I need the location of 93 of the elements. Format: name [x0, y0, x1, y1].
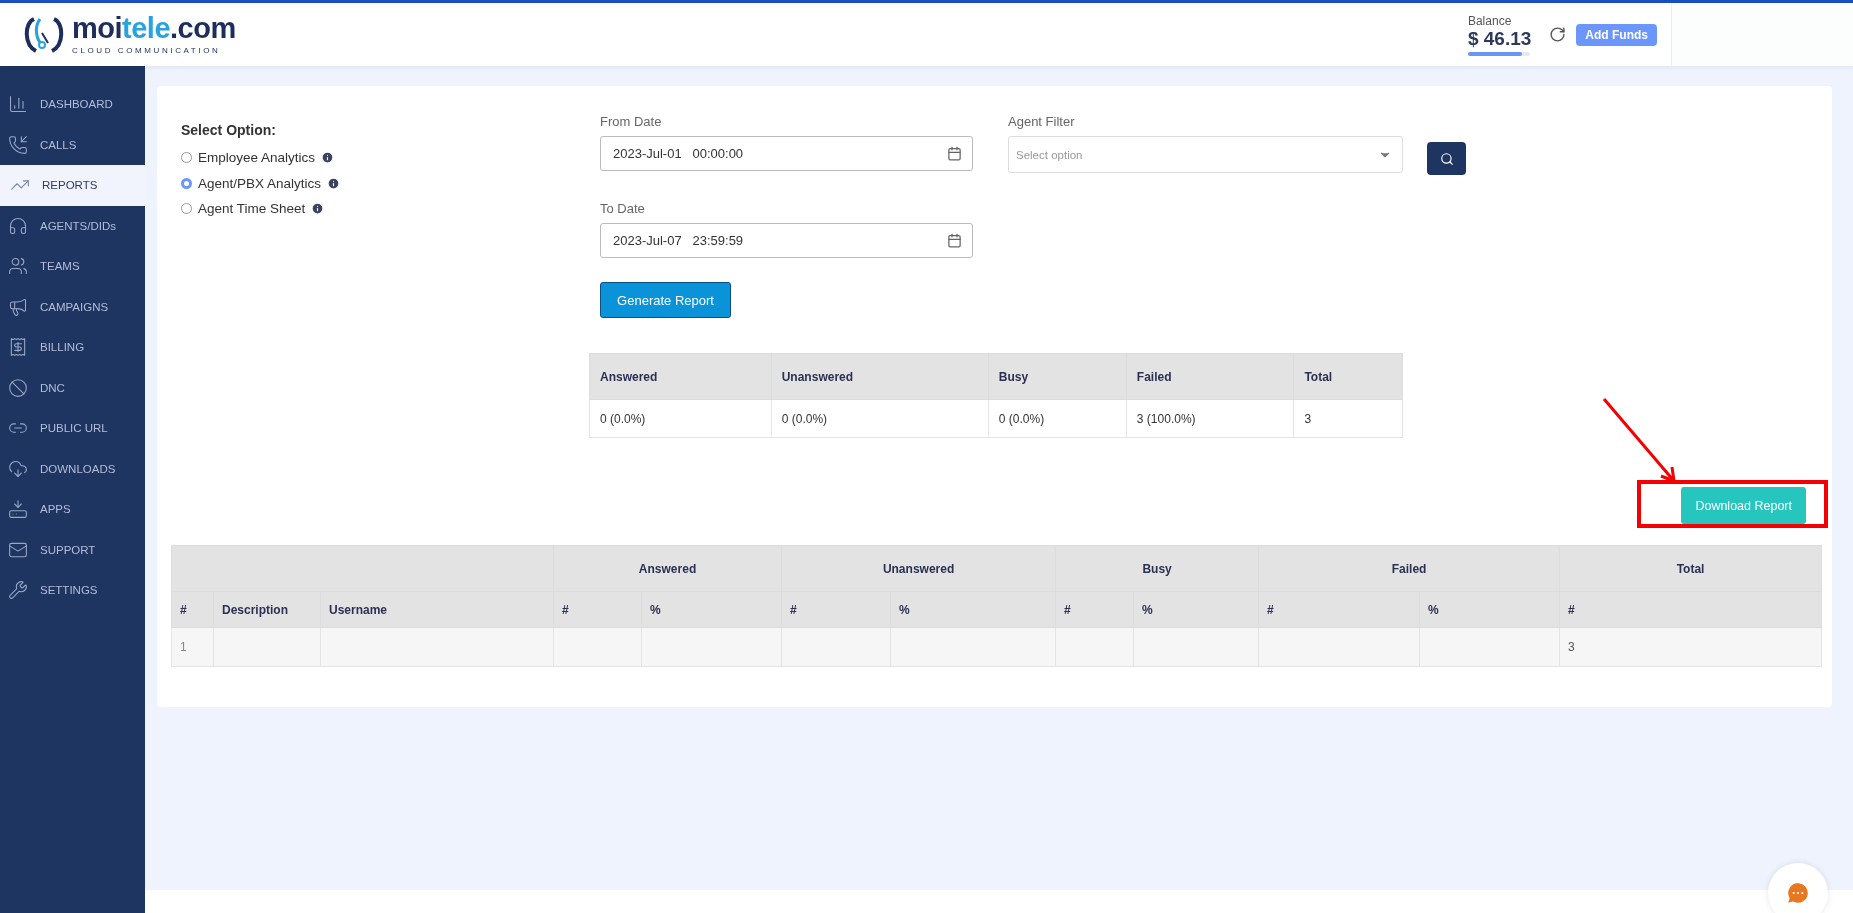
sidebar-item[interactable]: DOWNLOADS [0, 448, 145, 489]
sidebar-label: AGENTS/DIDs [40, 219, 117, 232]
balance-label: Balance [1467, 13, 1513, 28]
sidebar-label: DOWNLOADS [40, 462, 116, 475]
table-cell: 3 (100.0%) [1126, 399, 1294, 438]
sidebar-item[interactable]: SETTINGS [0, 570, 145, 611]
sidebar-item[interactable]: PUBLIC URL [0, 408, 145, 449]
select-option-title: Select Option: [181, 122, 277, 138]
sidebar-label: PUBLIC URL [40, 422, 108, 435]
sidebar-label: CALLS [40, 138, 77, 151]
balance-amount: $ 46.13 [1467, 27, 1532, 50]
sidebar-item[interactable]: AGENTS/DIDs [0, 205, 145, 246]
logo-tagline: CLOUD COMMUNICATION [72, 46, 222, 55]
table-cell: 0 (0.0%) [589, 399, 772, 438]
column-header: Failed [1126, 353, 1294, 400]
column-header: # [781, 591, 891, 628]
prohibited-icon [8, 377, 28, 398]
sidebar-item[interactable]: CALLS [0, 124, 145, 165]
sidebar-label: TEAMS [40, 260, 80, 273]
headset-icon [8, 215, 28, 236]
sidebar-item[interactable]: APPS [0, 489, 145, 530]
calendar-icon[interactable] [947, 233, 962, 248]
column-header: % [641, 591, 782, 628]
chat-bubble-icon [1785, 880, 1811, 906]
column-header: # [1055, 591, 1134, 628]
sidebar-label: REPORTS [42, 179, 98, 192]
column-header: # [171, 591, 214, 628]
search-icon [1439, 151, 1454, 166]
column-header: Answered [589, 353, 772, 400]
column-header: # [1258, 591, 1420, 628]
info-icon[interactable] [311, 202, 325, 216]
field-label: From Date [600, 114, 663, 129]
field-label: To Date [600, 201, 646, 216]
sidebar-label: CAMPAIGNS [40, 300, 109, 313]
cloud-download-icon [8, 458, 28, 479]
calendar-icon[interactable] [947, 146, 962, 161]
phone-icon [8, 134, 28, 155]
column-header: Total [1293, 353, 1403, 400]
sidebar-item[interactable]: REPORTS [0, 165, 145, 206]
tray-download-icon [8, 499, 28, 520]
field-label: Agent Filter [1008, 114, 1076, 129]
date-field[interactable]: 2023-Jul-07 23:59:59 [600, 223, 973, 258]
column-header: Username [320, 591, 554, 628]
column-header: % [890, 591, 1056, 628]
sidebar-item[interactable]: DNC [0, 367, 145, 408]
receipt-icon [8, 337, 28, 358]
column-group-header: Answered [553, 545, 782, 592]
column-header: Busy [988, 353, 1127, 400]
table-cell: 0 (0.0%) [771, 399, 989, 438]
sidebar-item[interactable]: CAMPAIGNS [0, 286, 145, 327]
column-group-header: Total [1559, 545, 1822, 592]
logo-wordmark: moitele.com [72, 14, 236, 43]
wrench-icon [8, 580, 28, 601]
generate-report-button[interactable]: Generate Report [600, 282, 731, 318]
radio-label: Employee Analytics [198, 150, 316, 166]
date-field[interactable]: 2023-Jul-01 00:00:00 [600, 136, 973, 171]
bar-chart-icon [8, 94, 28, 115]
megaphone-icon [8, 296, 28, 317]
sidebar-label: SUPPORT [40, 543, 96, 556]
people-icon [8, 256, 28, 277]
info-icon[interactable] [327, 176, 341, 190]
radio-button[interactable] [181, 152, 192, 164]
column-group-header: Unanswered [781, 545, 1056, 592]
sidebar-label: DNC [40, 381, 65, 394]
column-header: % [1133, 591, 1259, 628]
column-header: # [1559, 591, 1822, 628]
sidebar-item[interactable]: DASHBOARD [0, 84, 145, 125]
radio-label: Agent Time Sheet [198, 201, 306, 217]
column-header: # [553, 591, 642, 628]
column-group-header: Busy [1055, 545, 1259, 592]
refresh-icon[interactable] [1549, 26, 1567, 43]
column-group-header: Failed [1258, 545, 1560, 592]
radio-label: Agent/PBX Analytics [198, 175, 322, 191]
table-cell: 3 [1293, 399, 1403, 438]
table-cell: 3 [1559, 627, 1822, 667]
sidebar-item[interactable]: TEAMS [0, 246, 145, 287]
column-header: Unanswered [771, 353, 989, 400]
radio-button[interactable] [181, 177, 192, 189]
sidebar-label: BILLING [40, 341, 85, 354]
column-header: Description [213, 591, 321, 628]
sidebar-item[interactable]: SUPPORT [0, 529, 145, 570]
balance-bar [1467, 51, 1530, 56]
table-cell: 0 (0.0%) [988, 399, 1127, 438]
radio-button[interactable] [181, 203, 192, 215]
sidebar-item[interactable]: BILLING [0, 327, 145, 368]
sidebar-label: APPS [40, 503, 71, 516]
sidebar-label: DASHBOARD [40, 98, 113, 111]
sidebar-label: SETTINGS [40, 584, 98, 597]
info-icon[interactable] [321, 151, 335, 165]
chat-button[interactable] [1768, 863, 1828, 913]
table-cell: 1 [171, 627, 214, 667]
column-header: % [1419, 591, 1560, 628]
search-button[interactable] [1427, 142, 1466, 175]
